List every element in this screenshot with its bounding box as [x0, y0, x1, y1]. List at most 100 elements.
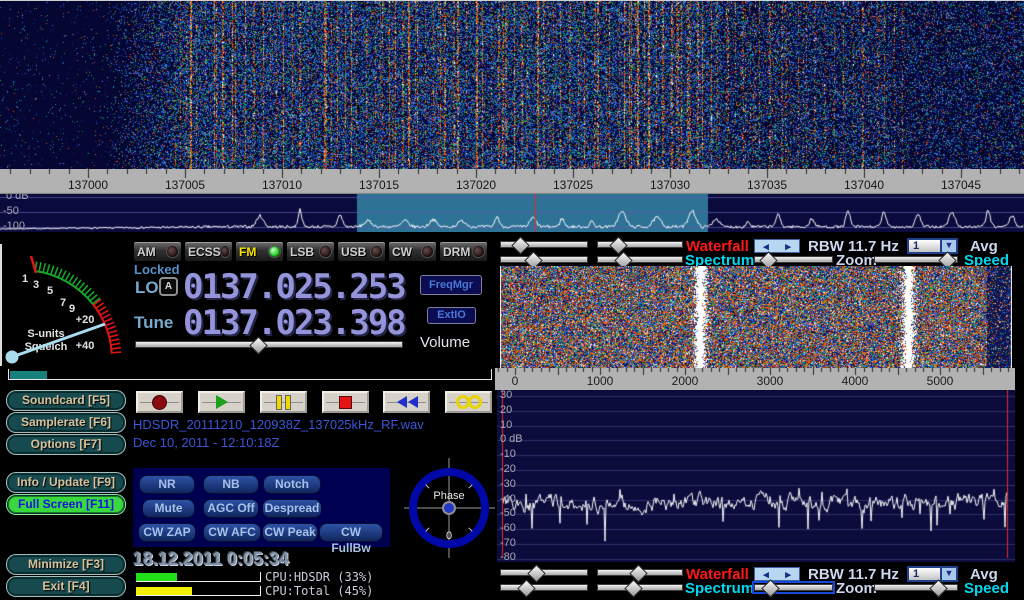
- zoom-tick-label: 0: [512, 374, 519, 388]
- zoom-waterfall-display[interactable]: [500, 266, 1012, 368]
- main-frequency-scale[interactable]: 137000 137005 137010 137015 137020 13702…: [0, 169, 1024, 194]
- frequency-tick-label: 137010: [262, 178, 302, 192]
- speed-slider[interactable]: [874, 255, 958, 264]
- mode-cw-button[interactable]: CW: [388, 241, 437, 262]
- pause-button[interactable]: [260, 391, 307, 413]
- s-meter-tick-label: 9: [69, 303, 75, 315]
- main-spectrum-display[interactable]: 0 dB -50 -100: [0, 194, 1024, 232]
- zoom-tick-label: 2000: [672, 374, 699, 388]
- avg-select-value: 1: [909, 240, 940, 252]
- mode-drm-button[interactable]: DRM: [439, 241, 488, 262]
- record-icon: [152, 395, 167, 410]
- zoom-slider[interactable]: [754, 583, 833, 592]
- waterfall-brightness-slider[interactable]: [500, 240, 588, 249]
- mode-label: AM: [137, 245, 156, 259]
- frequency-tick-label: 137045: [941, 178, 981, 192]
- frequency-tick-label: 137005: [165, 178, 205, 192]
- rbw-spinner[interactable]: ◂ ▸: [754, 239, 800, 253]
- slider-track[interactable]: [135, 341, 403, 348]
- cw-zap-button[interactable]: CW ZAP: [138, 523, 196, 542]
- zoom-frequency-scale[interactable]: 0 1000 2000 3000 4000 5000: [495, 368, 1015, 390]
- pause-icon: [276, 395, 291, 410]
- waterfall-contrast-slider[interactable]: [597, 240, 683, 249]
- spin-left-icon[interactable]: ◂: [763, 568, 769, 581]
- options-button[interactable]: Options [F7]: [7, 435, 125, 454]
- tune-label: Tune: [134, 313, 173, 333]
- db-axis-label: -40: [500, 493, 516, 505]
- cw-peak-button[interactable]: CW Peak: [262, 523, 318, 542]
- s-meter[interactable]: 1 3 5 7 9 +20 +40 S-units Squelch: [2, 240, 132, 380]
- cw-afc-button[interactable]: CW AFC: [203, 523, 261, 542]
- mode-label: CW: [392, 245, 412, 259]
- avg-select[interactable]: 1 ▼: [907, 238, 958, 254]
- record-button[interactable]: [136, 391, 183, 413]
- playback-progress-bar[interactable]: [8, 369, 492, 380]
- mode-fm-button[interactable]: FM: [235, 241, 284, 262]
- zoom-spectrum-display[interactable]: 30 20 10 0 dB -10 -20 -30 -40 -50 -60 -7…: [497, 390, 1015, 562]
- freq-mgr-button[interactable]: FreqMgr: [420, 275, 482, 295]
- despread-button[interactable]: Despread: [262, 499, 322, 518]
- spectrum-contrast-slider[interactable]: [597, 583, 683, 592]
- notch-button[interactable]: Notch: [263, 475, 321, 494]
- slider-thumb[interactable]: [250, 336, 268, 354]
- progress-fill: [10, 371, 47, 379]
- tune-frequency-display[interactable]: 0137.023.398: [183, 309, 405, 337]
- waterfall-brightness-slider[interactable]: [500, 568, 588, 577]
- spectrum-contrast-slider[interactable]: [597, 255, 683, 264]
- mode-ecss-button[interactable]: ECSS: [184, 241, 233, 262]
- frequency-tick-label: 137000: [68, 178, 108, 192]
- volume-slider[interactable]: [135, 340, 403, 349]
- dropdown-arrow-icon[interactable]: ▼: [940, 568, 956, 580]
- stop-button[interactable]: [322, 391, 369, 413]
- fullscreen-button[interactable]: Full Screen [F11]: [7, 495, 125, 514]
- zoom-tick-label: 5000: [927, 374, 954, 388]
- spectrum-brightness-slider[interactable]: [500, 583, 588, 592]
- wav-file-date: Dec 10, 2011 - 12:10:18Z: [133, 435, 279, 450]
- spin-right-icon[interactable]: ▸: [785, 240, 791, 253]
- avg-select[interactable]: 1 ▼: [907, 566, 958, 582]
- agc-button[interactable]: AGC Off: [203, 499, 259, 518]
- squelch-marker[interactable]: [31, 256, 36, 273]
- cpu-hdsdr-fill: [136, 573, 177, 581]
- s-meter-pivot: [6, 351, 19, 364]
- nr-button[interactable]: NR: [139, 475, 195, 494]
- cw-fullbw-button[interactable]: CW FullBw: [319, 523, 383, 542]
- db-axis-label: -50: [500, 507, 516, 519]
- spectrum-label[interactable]: Spectrum: [685, 582, 754, 596]
- s-meter-tick-label: 3: [33, 279, 39, 291]
- minimize-button[interactable]: Minimize [F3]: [7, 555, 125, 574]
- waterfall-contrast-slider[interactable]: [597, 568, 683, 577]
- main-waterfall-display[interactable]: [0, 1, 1024, 169]
- exit-button[interactable]: Exit [F4]: [7, 577, 125, 596]
- dropdown-arrow-icon[interactable]: ▼: [940, 240, 956, 252]
- db-axis-label: 10: [500, 419, 512, 431]
- mode-am-button[interactable]: AM: [133, 241, 182, 262]
- samplerate-button[interactable]: Samplerate [F6]: [7, 413, 125, 432]
- zoom-slider[interactable]: [754, 255, 833, 264]
- loop-button[interactable]: [445, 391, 492, 413]
- db-axis-label: -100: [3, 220, 25, 232]
- lo-frequency-display[interactable]: 0137.025.253: [183, 273, 405, 301]
- nb-button[interactable]: NB: [203, 475, 259, 494]
- info-update-button[interactable]: Info / Update [F9]: [7, 473, 125, 492]
- spectrum-brightness-slider[interactable]: [500, 255, 588, 264]
- rewind-button[interactable]: [383, 391, 430, 413]
- spin-right-icon[interactable]: ▸: [785, 568, 791, 581]
- loop-icon: [456, 395, 482, 409]
- mode-usb-button[interactable]: USB: [337, 241, 386, 262]
- extio-button[interactable]: ExtIO: [427, 307, 476, 324]
- led-indicator: [473, 246, 484, 257]
- phase-dial[interactable]: Phase 0: [402, 455, 498, 561]
- lo-auto-badge[interactable]: A: [159, 277, 178, 296]
- mute-button[interactable]: Mute: [142, 499, 195, 518]
- frequency-tick-label: 137025: [553, 178, 593, 192]
- mode-lsb-button[interactable]: LSB: [286, 241, 335, 262]
- frequency-tick-label: 137030: [650, 178, 690, 192]
- soundcard-button[interactable]: Soundcard [F5]: [7, 391, 125, 410]
- play-button[interactable]: [198, 391, 245, 413]
- rbw-spinner[interactable]: ◂ ▸: [754, 567, 800, 581]
- db-axis-label: 0 dB: [500, 433, 523, 445]
- speed-label: Speed: [964, 582, 1009, 596]
- db-axis-label: -50: [3, 205, 19, 217]
- speed-slider[interactable]: [874, 583, 958, 592]
